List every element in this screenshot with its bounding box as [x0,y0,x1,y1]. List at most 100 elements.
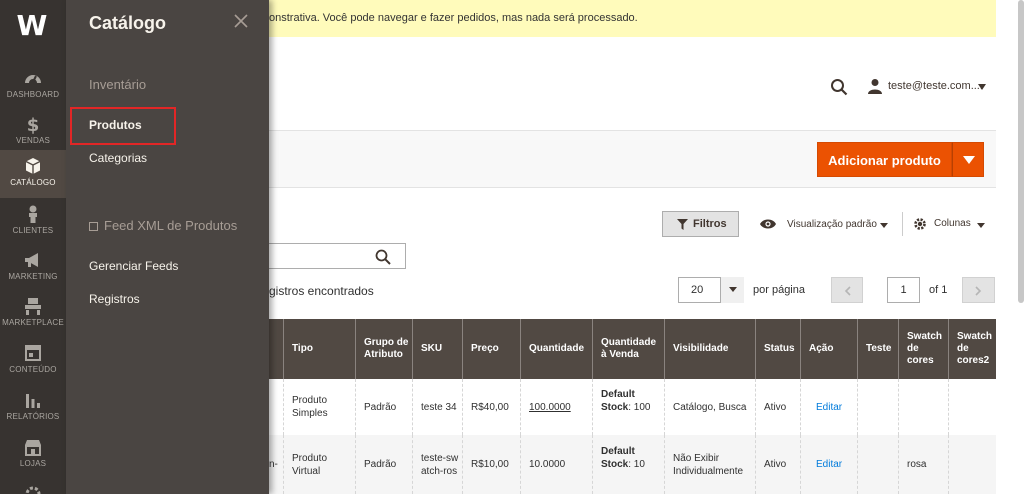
filters-button[interactable]: Filtros [662,211,739,237]
flyout-section-inventario: Inventário [89,77,147,92]
cell-grupo: Padrão [355,379,412,435]
flyout-section-feed-xml: Feed XML de Produtos [89,218,237,233]
caret-down-icon [729,287,737,292]
column-header-preco[interactable]: Preço [462,319,520,379]
layout-icon [25,345,41,361]
edit-link[interactable]: Editar [800,435,857,494]
chevron-left-icon [844,286,851,296]
previous-page-button[interactable] [831,277,863,303]
edit-link[interactable]: Editar [800,379,857,435]
flyout-link-gerenciar-feeds[interactable]: Gerenciar Feeds [89,259,178,273]
cell-visibilidade: Não Exibir Individualmente [664,435,755,494]
column-header-sku[interactable]: SKU [412,319,462,379]
search-icon[interactable] [375,249,391,265]
feed-icon [89,222,98,231]
caret-down-icon [963,156,975,164]
cell-tipo: Produto Simples [283,379,355,435]
column-header-acao: Ação [800,319,857,379]
nav-relatorios[interactable]: RELATÓRIOS [0,384,66,431]
marketplace-icon [25,298,41,315]
nav-catalogo[interactable]: CATÁLOGO [0,150,66,198]
nav-clientes[interactable]: CLIENTES [0,198,66,245]
cell-preco: R$10,00 [462,435,520,494]
megaphone-icon [25,253,38,267]
flyout-link-registros[interactable]: Registros [89,292,140,306]
cell-tipo: Produto Virtual [283,435,355,494]
quantidade-link[interactable]: 100.0000 [529,401,571,414]
page-scrollbar[interactable] [1018,0,1024,303]
column-header-swatch[interactable]: Swatch de cores [898,319,948,379]
cell-sku: teste-swatch-ros [412,435,462,494]
nav-settings[interactable] [0,480,66,494]
flyout-section-label: Feed XML de Produtos [104,218,238,233]
stock-qty: : 10 [628,459,645,470]
close-icon[interactable] [232,12,250,30]
chevron-right-icon [975,286,982,296]
cell-status: Ativo [755,379,800,435]
user-account-name[interactable]: teste@teste.com.... [888,80,983,92]
nav-marketplace[interactable]: MARKETPLACE [0,290,66,337]
nav-label: RELATÓRIOS [6,412,60,421]
notice-text: onstrativa. Você pode navegar e fazer pe… [269,12,638,24]
column-header-quantidade[interactable]: Quantidade [520,319,592,379]
cell-preco: R$40,00 [462,379,520,435]
filter-icon [677,219,688,230]
nav-label: MARKETPLACE [2,318,64,327]
cell-quantidade: 10.0000 [520,435,592,494]
nav-label: MARKETING [8,272,58,281]
column-header-quantidade-venda[interactable]: Quantidade à Venda [592,319,664,379]
nav-label: CONTEÚDO [9,365,57,374]
records-found-count: gistros encontrados [269,284,374,298]
nav-lojas[interactable]: LOJAS [0,431,66,478]
cell-quantidade[interactable]: 100.0000 [520,379,592,435]
current-page-input[interactable]: 1 [887,277,920,303]
nav-label: DASHBOARD [6,90,60,99]
nav-dashboard[interactable]: DASHBOARD [0,62,66,109]
cell-swatch2 [948,379,996,435]
gear-icon[interactable] [913,217,927,231]
cell-quantidade-venda: Default Stock: 10 [592,435,664,494]
svg-text:$: $ [27,115,40,134]
chevron-down-icon[interactable] [880,223,888,228]
search-icon[interactable] [830,78,848,96]
next-page-button[interactable] [962,277,995,303]
chevron-down-icon[interactable] [977,223,985,228]
per-page-dropdown-toggle[interactable] [720,277,744,303]
column-header-swatch2[interactable]: Swatch de cores2 [948,319,996,379]
chevron-down-icon[interactable] [978,84,986,90]
brand-logo[interactable]: W [12,8,52,44]
default-view-selector[interactable]: Visualização padrão [787,219,877,230]
column-header-grupo-atributo[interactable]: Grupo de Atributo [355,319,412,379]
cell-visibilidade: Catálogo, Busca [664,379,755,435]
admin-sidebar: W DASHBOARD $ VENDAS CATÁLOGO CLIENTES M… [0,0,66,494]
column-header-status[interactable]: Status [755,319,800,379]
person-icon [29,205,37,223]
cell-sku: teste 34 [412,379,462,435]
cell-grupo: Padrão [355,435,412,494]
keyword-search-input[interactable] [262,243,406,269]
column-header-teste[interactable]: Teste [857,319,898,379]
cell-swatch2 [948,435,996,494]
nav-marketing[interactable]: MARKETING [0,244,66,291]
column-header-visibilidade[interactable]: Visibilidade [664,319,755,379]
catalog-flyout-menu: Catálogo Inventário Produtos Categorias … [66,0,269,494]
nav-vendas[interactable]: $ VENDAS [0,108,66,155]
total-pages-label: of 1 [929,284,948,296]
bar-chart-icon [26,394,40,408]
eye-icon[interactable] [759,218,777,230]
user-icon[interactable] [868,78,882,94]
columns-selector[interactable]: Colunas [934,218,971,229]
flyout-link-categorias[interactable]: Categorias [89,151,147,165]
add-product-button[interactable]: Adicionar produto [817,142,952,177]
nav-label: CLIENTES [12,226,54,235]
column-header-tipo[interactable]: Tipo [283,319,355,379]
add-product-dropdown-toggle[interactable] [952,142,984,177]
filters-label: Filtros [693,218,727,230]
nav-label: VENDAS [15,136,51,145]
gear-icon [25,486,41,494]
flyout-title: Catálogo [89,13,167,33]
nav-conteudo[interactable]: CONTEÚDO [0,337,66,384]
nav-label: CATÁLOGO [10,178,56,187]
store-icon [25,440,41,456]
flyout-link-produtos[interactable]: Produtos [89,118,142,132]
